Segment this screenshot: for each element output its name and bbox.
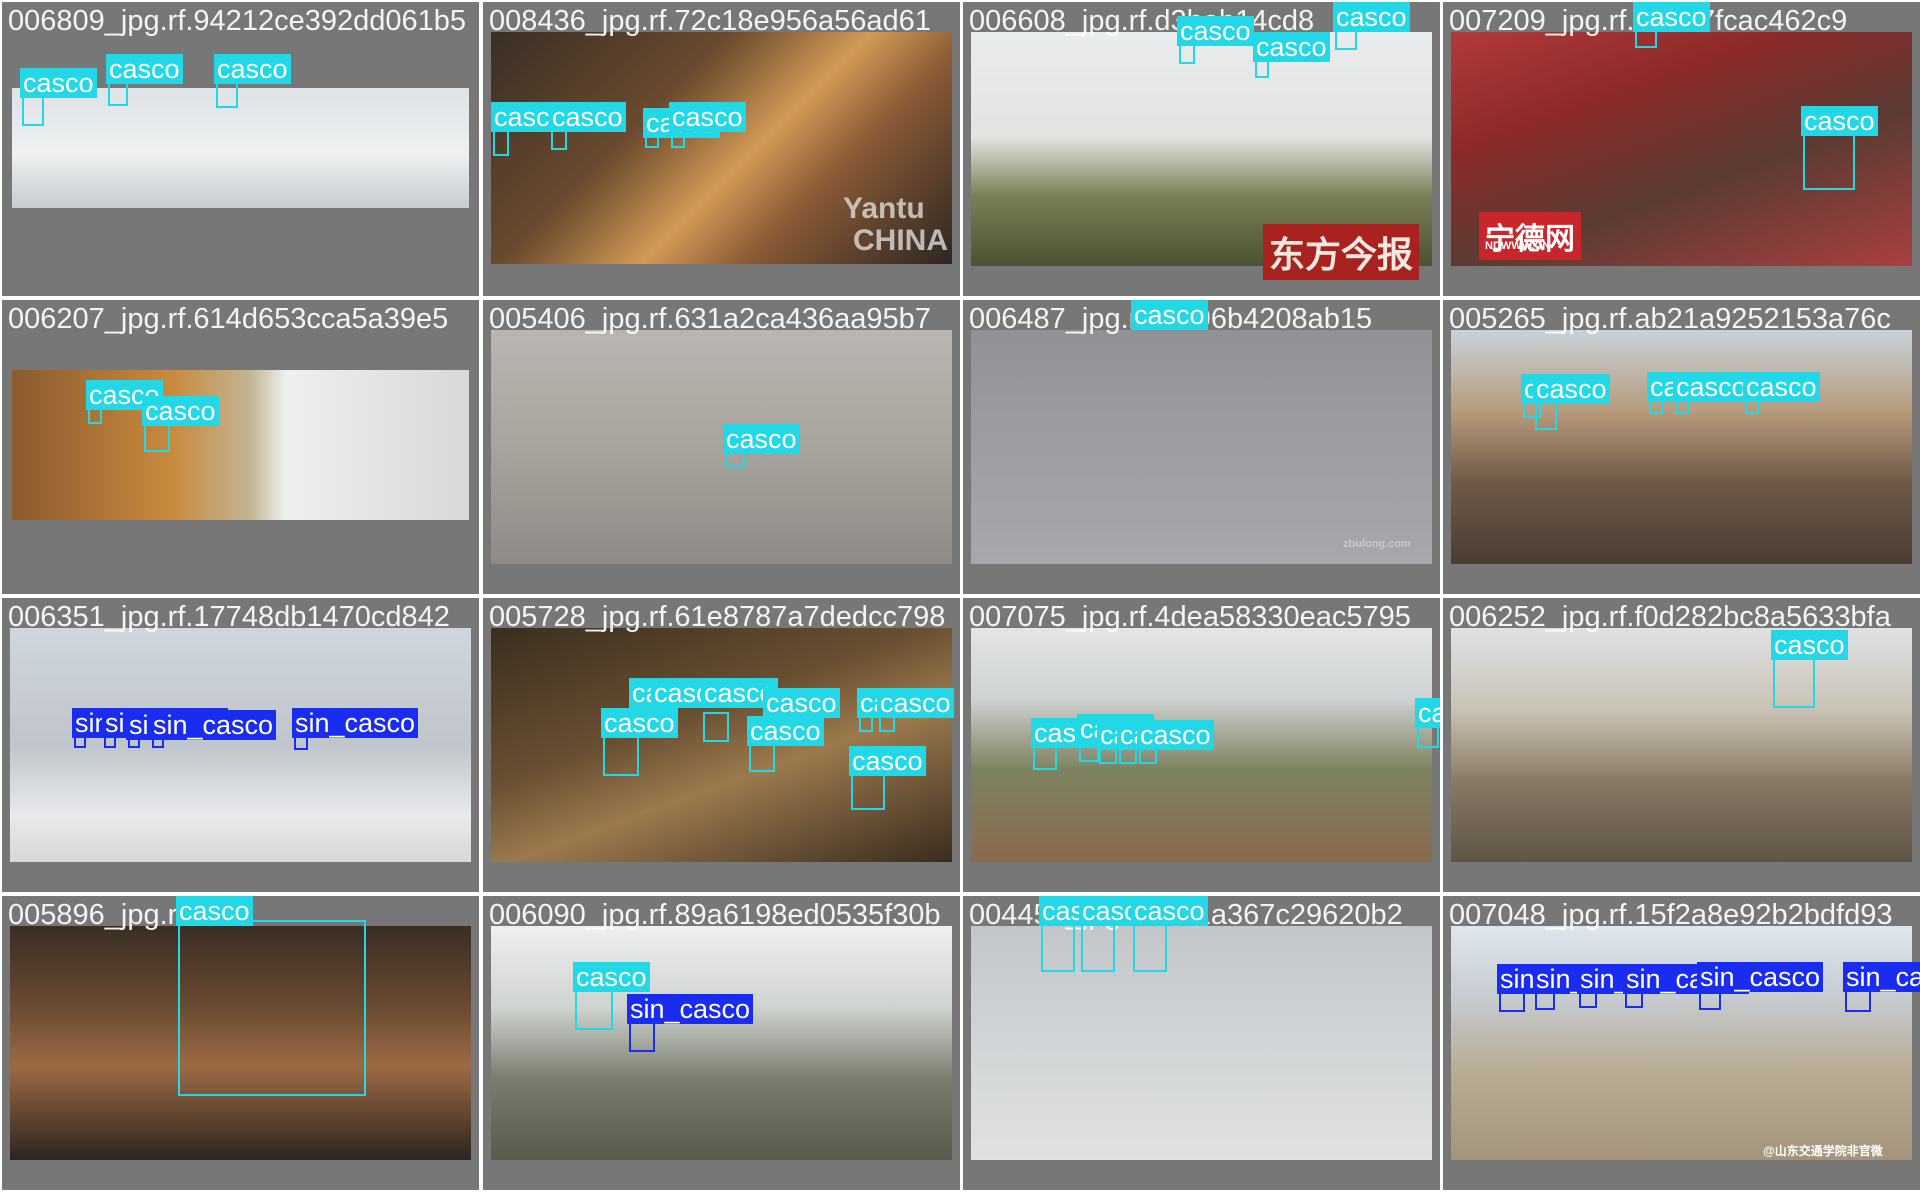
photo-watermark: 东方今报 (1263, 224, 1420, 280)
detection-label-casco: casco (176, 896, 253, 926)
detection-label-sin-casco: sin_casco (292, 708, 419, 738)
photo-watermark: CHINA (853, 224, 948, 257)
detection-box-casco (603, 734, 639, 776)
detection-label-casco: casco (1633, 2, 1710, 32)
mosaic-cell: 006090_jpg.rf.89a6198ed0535f30bcasco sin_… (483, 896, 960, 1190)
detection-box-casco (1773, 656, 1815, 708)
image-filename: 006809_jpg.rf.94212ce392dd061b5 (8, 5, 466, 37)
mosaic-cell: zhulong.com006487_jpg.rf.f8496b4208ab15c… (963, 300, 1440, 594)
mosaic-cell: Yantu CHINA 008436_jpg.rf.72c18e956a56ad61… (483, 2, 960, 296)
detection-label-casco: casco (1333, 2, 1410, 32)
training-photo (491, 628, 952, 862)
image-filename: 005265_jpg.rf.ab21a9252153a76c (1449, 303, 1891, 335)
training-photo (1451, 628, 1912, 862)
mosaic-cell: 004457_jpg.rf.b0f1a367c29620b2cascocasco… (963, 896, 1440, 1190)
detection-label-casco: casco (1743, 372, 1820, 402)
detection-box-casco (1041, 920, 1075, 972)
detection-box-casco (216, 80, 238, 108)
mosaic-cell: 006207_jpg.rf.614d653cca5a39e5 casco casco (2, 300, 479, 594)
detection-label-sin-casco: sin_casco (1843, 962, 1920, 992)
training-photo (12, 88, 469, 208)
image-filename: 005896_jpg.rf. (8, 899, 194, 931)
mosaic-cell: 005265_jpg.rf.ab21a9252153a76c casco casco… (1443, 300, 1920, 594)
image-filename: 005406_jpg.rf.631a2ca436aa95b7 (489, 303, 931, 335)
detection-label-casco: casco (601, 708, 678, 738)
detection-label-casco: casco (723, 424, 800, 454)
image-filename: 006207_jpg.rf.614d653cca5a39e5 (8, 303, 449, 335)
mosaic-cell: 007075_jpg.rf.4dea58330eac5795casco casco… (963, 598, 1440, 892)
detection-label-casco: casco (1177, 16, 1254, 46)
detection-label-casco: casco (106, 54, 183, 84)
detection-label-casco: casco (1131, 300, 1208, 330)
detection-mosaic: 006809_jpg.rf.94212ce392dd061b5 casco casc… (0, 0, 1920, 1192)
mosaic-cell: 005896_jpg.rf. casco (2, 896, 479, 1190)
detection-label-casco: casco (747, 716, 824, 746)
photo-watermark: @山东交通学院非官微 (1763, 1144, 1883, 1158)
image-filename: 006252_jpg.rf.f0d282bc8a5633bfa (1449, 601, 1891, 633)
detection-box-casco (1803, 130, 1855, 190)
detection-label-casco: casco (1771, 630, 1848, 660)
detection-label-casco: casco (1801, 106, 1878, 136)
training-photo (1451, 330, 1912, 564)
mosaic-cell: 006351_jpg.rf.17748db1470cd842 sin_casco s… (2, 598, 479, 892)
mosaic-cell: 005728_jpg.rf.61e8787a7dedcc798 casco casc… (483, 598, 960, 892)
photo-watermark: NDWWW.CN (1485, 240, 1551, 252)
mosaic-cell: 006809_jpg.rf.94212ce392dd061b5casco casc… (2, 2, 479, 296)
detection-label-casco: casco (1673, 372, 1750, 402)
mosaic-cell: 006252_jpg.rf.f0d282bc8a5633bfa casco (1443, 598, 1920, 892)
detection-label-casco: casco (1131, 896, 1208, 926)
detection-label-casco: casco (1137, 720, 1214, 750)
image-filename: 007048_jpg.rf.15f2a8e92b2bdfd93 (1449, 899, 1893, 931)
detection-label-casco: casco (142, 396, 219, 426)
mosaic-cell: 005406_jpg.rf.631a2ca436aa95b7casco (483, 300, 960, 594)
detection-box-casco (22, 94, 44, 126)
detection-box-sin-casco (629, 1022, 655, 1052)
detection-label-sin-casco: sin_casco (150, 710, 277, 740)
detection-label-casco: casco (549, 102, 626, 132)
detection-label-casco: casco (1533, 374, 1610, 404)
mosaic-cell: 宁德网NDWWW.CN007209_jpg.rf.d9227fcac462c9c… (1443, 2, 1920, 296)
detection-label-casco: casco (877, 688, 954, 718)
detection-label-casco: casco (763, 688, 840, 718)
photo-watermark: Yantu (843, 192, 925, 225)
detection-label-sin-casco: sin_casco (627, 994, 754, 1024)
image-filename: 006090_jpg.rf.89a6198ed0535f30b (489, 899, 941, 931)
detection-label-casco: casco (1415, 698, 1440, 728)
detection-label-casco: casco (1253, 32, 1330, 62)
image-filename: 008436_jpg.rf.72c18e956a56ad61 (489, 5, 931, 37)
mosaic-cell: 东方今报 006608_jpg.rf.d3beb14cd8 casco casco ca… (963, 2, 1440, 296)
detection-box-casco (178, 920, 366, 1096)
detection-box-casco (575, 990, 613, 1030)
detection-label-sin-casco: sin_casco (1697, 962, 1824, 992)
detection-box-casco (1081, 920, 1115, 972)
image-filename: 007075_jpg.rf.4dea58330eac5795 (969, 601, 1411, 633)
detection-label-casco: casco (20, 68, 97, 98)
photo-watermark: 宁德网 (1479, 212, 1581, 260)
detection-box-casco (851, 772, 885, 810)
image-filename: 005728_jpg.rf.61e8787a7dedcc798 (489, 601, 946, 633)
detection-box-casco (1133, 920, 1167, 972)
detection-box-casco (703, 712, 729, 742)
detection-box-casco (144, 422, 170, 452)
image-filename: 006351_jpg.rf.17748db1470cd842 (8, 601, 450, 633)
mosaic-cell: @山东交通学院非官微 007048_jpg.rf.15f2a8e92b2bdfd9… (1443, 896, 1920, 1190)
training-photo (491, 926, 952, 1160)
training-photo (971, 330, 1432, 564)
detection-label-casco: casco (669, 102, 746, 132)
detection-label-casco: casco (573, 962, 650, 992)
training-photo (12, 370, 469, 520)
training-photo (491, 330, 952, 564)
detection-label-casco: casco (849, 746, 926, 776)
detection-label-casco: casco (214, 54, 291, 84)
detection-box-casco (749, 742, 775, 772)
photo-watermark: zhulong.com (1343, 538, 1411, 550)
